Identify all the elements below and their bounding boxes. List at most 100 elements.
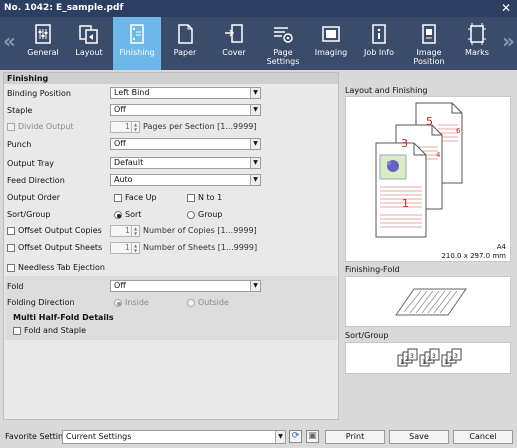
feed-direction-select[interactable]: Auto ▼	[110, 174, 261, 186]
fold-label: Fold	[7, 282, 24, 291]
title-bar: No. 1042: E_sample.pdf ✕	[0, 0, 517, 17]
sort-radio-label: Sort	[125, 210, 142, 219]
tab-label: Layout	[75, 48, 103, 57]
layout-preview: 5 6 3 4 1 A4 210.0 x 297.0 mm	[345, 96, 511, 262]
page-number: 6	[456, 127, 461, 135]
page-number: 3	[401, 137, 408, 150]
sort-sheet-number: 1	[444, 359, 448, 366]
offset-copies-label: Offset Output Copies	[18, 226, 102, 235]
fold-and-staple-label: Fold and Staple	[24, 326, 86, 335]
select-value: Left Bind	[114, 88, 150, 97]
group-radio[interactable]	[187, 211, 195, 219]
next-tabs-icon[interactable]: »	[502, 29, 515, 53]
output-tray-label: Output Tray	[7, 159, 54, 168]
cover-icon	[223, 23, 245, 45]
footer-bar: Favorite Setting Current Settings ▼ ⟳ ▣ P…	[0, 428, 517, 448]
section-title: Finishing	[4, 73, 338, 84]
finishing-icon	[126, 23, 148, 45]
staple-label: Staple	[7, 106, 33, 115]
image-position-icon	[418, 23, 440, 45]
offset-sheets-range: Number of Sheets [1...9999]	[143, 243, 258, 252]
tab-marks[interactable]: Marks	[454, 17, 500, 70]
tab-job-info[interactable]: Job Info	[356, 17, 402, 70]
select-value: Current Settings	[66, 432, 132, 441]
divide-output-checkbox[interactable]	[7, 123, 15, 131]
punch-select[interactable]: Off ▼	[110, 138, 261, 150]
fold-select[interactable]: Off ▼	[110, 280, 261, 292]
print-button[interactable]: Print	[325, 430, 385, 444]
binding-position-select[interactable]: Left Bind ▼	[110, 87, 261, 99]
finishing-fold-title: Finishing-Fold	[345, 265, 400, 274]
tab-label: Job Info	[363, 48, 394, 57]
needless-tab-label: Needless Tab Ejection	[18, 263, 105, 272]
tab-imaging[interactable]: Imaging	[308, 17, 354, 70]
binding-position-label: Binding Position	[7, 89, 71, 98]
document-stack-illustration: 5 6 3 4 1	[375, 102, 463, 238]
output-tray-select[interactable]: Default ▼	[110, 157, 261, 169]
sort-group-preview: 123 123 123	[345, 342, 511, 374]
spin-arrows-icon: ▲ ▼	[131, 122, 139, 132]
sort-radio[interactable]	[114, 211, 122, 219]
sort-illustration: 123 123 123	[397, 348, 462, 367]
chevron-down-icon: ▼	[250, 88, 260, 98]
close-icon[interactable]: ✕	[501, 1, 511, 15]
chevron-down-icon: ▼	[275, 431, 285, 443]
offset-copies-checkbox[interactable]	[7, 227, 15, 235]
select-value: Off	[114, 139, 126, 148]
fold-illustration	[395, 288, 467, 316]
pages-per-section-label: Pages per Section [1...9999]	[143, 122, 257, 131]
inside-radio[interactable]	[114, 299, 122, 307]
layout-finishing-title: Layout and Finishing	[345, 86, 428, 95]
page-settings-icon	[272, 23, 294, 45]
save-button[interactable]: Save	[389, 430, 449, 444]
divide-output-label: Divide Output	[18, 122, 74, 131]
tab-general[interactable]: General	[20, 17, 66, 70]
offset-sheets-checkbox[interactable]	[7, 244, 15, 252]
paper-size: A4	[496, 243, 506, 251]
favorite-setting-label: Favorite Setting	[5, 432, 69, 441]
folding-direction-label: Folding Direction	[7, 298, 75, 307]
fold-and-staple-checkbox[interactable]	[13, 327, 21, 335]
tab-paper[interactable]: Paper	[162, 17, 208, 70]
face-up-checkbox[interactable]	[114, 194, 122, 202]
outside-radio-label: Outside	[198, 298, 229, 307]
stepper-value: 1	[124, 243, 130, 252]
sort-sheet-number: 3	[410, 353, 414, 360]
tab-label: General	[27, 48, 59, 57]
chevron-down-icon: ▼	[250, 281, 260, 291]
chevron-down-icon: ▼	[250, 139, 260, 149]
save-icon[interactable]: ▣	[306, 430, 319, 443]
stepper-value: 1	[124, 226, 130, 235]
offset-copies-range: Number of Copies [1...9999]	[143, 226, 257, 235]
staple-select[interactable]: Off ▼	[110, 104, 261, 116]
refresh-icon[interactable]: ⟳	[289, 430, 302, 443]
feed-direction-label: Feed Direction	[7, 176, 65, 185]
n-to-1-checkbox[interactable]	[187, 194, 195, 202]
chevron-down-icon: ▼	[250, 105, 260, 115]
page-number: 5	[426, 115, 433, 128]
cancel-button[interactable]: Cancel	[453, 430, 513, 444]
tab-image-position[interactable]: Image Position	[404, 17, 454, 70]
offset-sheets-label: Offset Output Sheets	[18, 243, 103, 252]
outside-radio[interactable]	[187, 299, 195, 307]
tab-label: Imaging	[314, 48, 348, 57]
offset-sheets-stepper[interactable]: 1 ▲ ▼	[110, 242, 140, 254]
face-up-label: Face Up	[125, 193, 157, 202]
layout-icon	[78, 23, 100, 45]
punch-label: Punch	[7, 140, 32, 149]
n-to-1-label: N to 1	[198, 193, 223, 202]
offset-copies-stepper[interactable]: 1 ▲ ▼	[110, 225, 140, 237]
favorite-setting-select[interactable]: Current Settings ▼	[62, 430, 286, 444]
tab-finishing[interactable]: Finishing	[113, 17, 161, 70]
sort-sheet-number: 3	[454, 353, 458, 360]
tab-page-settings[interactable]: Page Settings	[258, 17, 308, 70]
select-value: Off	[114, 281, 126, 290]
needless-tab-checkbox[interactable]	[7, 264, 15, 272]
prev-tabs-icon[interactable]: «	[3, 29, 16, 53]
fold-section: Fold Off ▼ Folding Direction Inside Outsi…	[5, 276, 337, 340]
output-order-label: Output Order	[7, 193, 61, 202]
tab-layout[interactable]: Layout	[66, 17, 112, 70]
general-icon	[32, 23, 54, 45]
tab-cover[interactable]: Cover	[210, 17, 258, 70]
pages-per-section-stepper[interactable]: 1 ▲ ▼	[110, 121, 140, 133]
